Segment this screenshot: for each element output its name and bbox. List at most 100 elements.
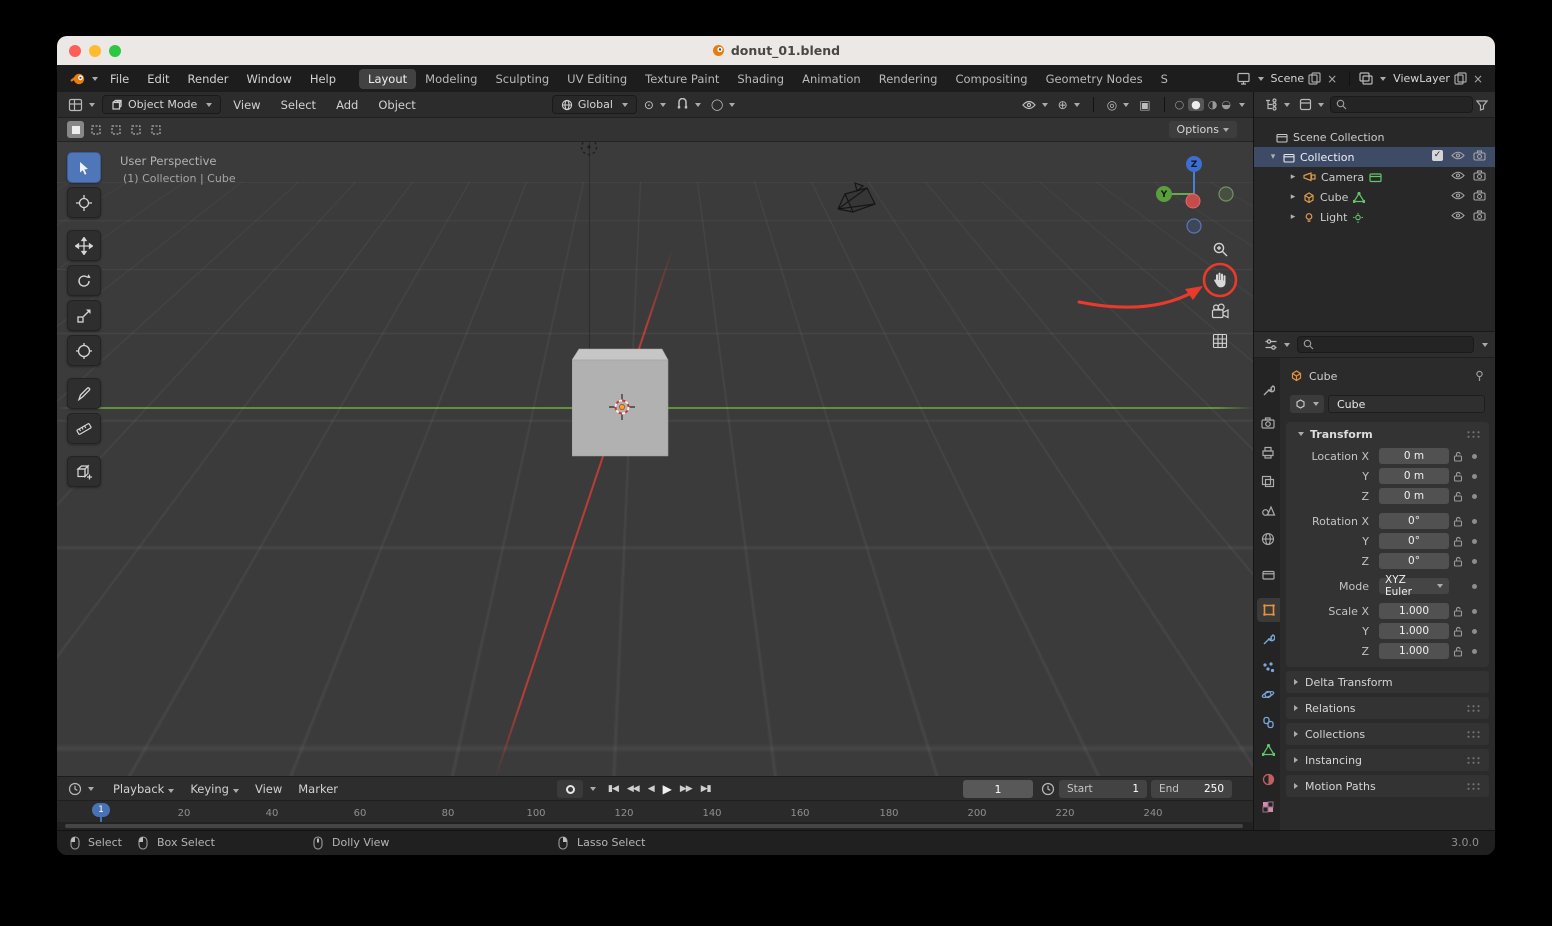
object-name-field[interactable]: Cube xyxy=(1328,395,1485,413)
rotation-y-lock-icon[interactable] xyxy=(1453,536,1463,547)
outliner-row-camera[interactable]: ▸ Camera xyxy=(1254,167,1495,187)
collection-render-camera-icon[interactable] xyxy=(1473,150,1486,161)
timeline-scrollbar[interactable] xyxy=(65,824,1243,828)
timeline-editor-selector[interactable] xyxy=(65,781,97,797)
timeline-menu-view[interactable]: View xyxy=(247,780,290,798)
frame-start-field[interactable]: Start 1 xyxy=(1059,780,1147,798)
tab-render[interactable] xyxy=(1256,411,1280,435)
workspace-tab-animation[interactable]: Animation xyxy=(793,69,870,89)
transform-panel-header[interactable]: Transform xyxy=(1286,422,1489,446)
menu-file[interactable]: File xyxy=(101,69,138,89)
scale-x-field[interactable]: 1.000 xyxy=(1379,603,1449,619)
rotation-z-lock-icon[interactable] xyxy=(1453,556,1463,567)
scale-y-field[interactable]: 1.000 xyxy=(1379,623,1449,639)
select-mode-extend-button[interactable] xyxy=(87,121,104,138)
shading-wireframe-button[interactable]: ○ xyxy=(1175,98,1185,111)
workspace-tab-compositing[interactable]: Compositing xyxy=(946,69,1036,89)
cube-hide-eye-icon[interactable] xyxy=(1451,190,1465,201)
menu-edit[interactable]: Edit xyxy=(138,69,178,89)
timeline-menu-playback[interactable]: Playback xyxy=(105,780,182,798)
timeline-menu-marker[interactable]: Marker xyxy=(290,780,346,798)
select-mode-new-button[interactable] xyxy=(67,121,84,138)
tab-object[interactable] xyxy=(1257,598,1280,622)
transform-grip-handle[interactable] xyxy=(1466,429,1481,439)
viewport-menu-add[interactable]: Add xyxy=(328,96,366,114)
outliner-row-collection[interactable]: ▾ Collection ✓ xyxy=(1254,147,1495,167)
viewport-3d[interactable]: User Perspective (1) Collection | Cube Z… xyxy=(57,142,1253,776)
tool-move[interactable] xyxy=(67,230,101,261)
keying-set-caret[interactable] xyxy=(590,787,596,791)
transform-orientation-dropdown[interactable]: Global xyxy=(551,95,637,114)
workspace-tab-rendering[interactable]: Rendering xyxy=(870,69,947,89)
properties-search-input[interactable] xyxy=(1297,336,1474,353)
light-render-icon[interactable] xyxy=(1473,210,1486,221)
proportional-editing-dropdown[interactable]: ◯ xyxy=(708,97,738,112)
light-hide-eye-icon[interactable] xyxy=(1451,210,1465,221)
tab-output[interactable] xyxy=(1256,440,1280,464)
timeline-menu-keying[interactable]: Keying xyxy=(182,780,247,798)
snap-toggle[interactable] xyxy=(673,97,704,112)
workspace-tab-layout[interactable]: Layout xyxy=(359,68,417,89)
viewport-menu-select[interactable]: Select xyxy=(273,96,324,114)
panel-delta-transform[interactable]: Delta Transform xyxy=(1286,671,1489,693)
outliner-row-scene-collection[interactable]: Scene Collection xyxy=(1254,127,1495,147)
options-dropdown[interactable]: Options xyxy=(1168,121,1237,138)
play-reverse-button[interactable]: ◀ xyxy=(645,782,657,796)
zoom-view-button[interactable] xyxy=(1207,236,1233,262)
camera-view-button[interactable] xyxy=(1207,298,1233,324)
gizmos-dropdown[interactable]: ⊕ xyxy=(1055,97,1083,113)
unlink-scene-button[interactable]: × xyxy=(1321,72,1343,86)
navigation-gizmo[interactable]: Z Y xyxy=(1154,150,1234,242)
tab-scene[interactable] xyxy=(1256,498,1280,522)
workspace-tab-texture-paint[interactable]: Texture Paint xyxy=(636,69,728,89)
select-mode-intersect-button[interactable] xyxy=(147,121,164,138)
outliner-editor-selector[interactable] xyxy=(1261,97,1293,112)
view-layer-name[interactable]: ViewLayer xyxy=(1393,72,1450,85)
tool-measure[interactable] xyxy=(67,413,101,444)
outliner-display-mode[interactable] xyxy=(1296,97,1327,112)
tab-constraints[interactable] xyxy=(1256,710,1280,734)
camera-hide-eye-icon[interactable] xyxy=(1451,170,1465,181)
outliner-row-cube[interactable]: ▸ Cube xyxy=(1254,187,1495,207)
xray-toggle[interactable]: ▣ xyxy=(1136,97,1153,113)
tool-annotate[interactable] xyxy=(67,378,101,409)
auto-keying-record-button[interactable] xyxy=(557,780,583,798)
collection-exclude-checkbox[interactable]: ✓ xyxy=(1432,150,1443,161)
use-preview-range-icon[interactable] xyxy=(1041,782,1055,796)
object-visibility-dropdown[interactable] xyxy=(1019,99,1051,111)
breadcrumb-object-name[interactable]: Cube xyxy=(1309,370,1337,383)
toggle-orthographic-button[interactable] xyxy=(1207,328,1233,354)
location-x-lock-icon[interactable] xyxy=(1453,451,1463,462)
cube-render-icon[interactable] xyxy=(1473,190,1486,201)
rotation-mode-animate-dot[interactable] xyxy=(1471,583,1477,589)
shading-solid-button[interactable]: ● xyxy=(1188,98,1204,111)
rotation-x-field[interactable]: 0° xyxy=(1379,513,1449,529)
gizmo-axis-neg-y[interactable] xyxy=(1218,186,1234,202)
gizmo-axis-x[interactable] xyxy=(1185,193,1201,209)
rotation-z-field[interactable]: 0° xyxy=(1379,553,1449,569)
tab-object-data[interactable] xyxy=(1256,738,1280,762)
scale-x-animate-dot[interactable] xyxy=(1471,608,1477,614)
tool-transform[interactable] xyxy=(67,335,101,366)
cube-expand-icon[interactable]: ▸ xyxy=(1288,192,1298,202)
scene-name[interactable]: Scene xyxy=(1271,72,1305,85)
rotation-mode-dropdown[interactable]: XYZ Euler xyxy=(1379,574,1449,598)
relations-grip-handle[interactable] xyxy=(1466,703,1481,713)
tool-select-box[interactable] xyxy=(67,152,101,183)
panel-motion-paths[interactable]: Motion Paths xyxy=(1286,775,1489,797)
outliner-row-light[interactable]: ▸ Light xyxy=(1254,207,1495,227)
tab-collection[interactable] xyxy=(1256,562,1280,586)
tab-material[interactable] xyxy=(1256,767,1280,791)
outliner-search-input[interactable] xyxy=(1330,96,1473,113)
next-keyframe-button[interactable]: ▶▶ xyxy=(677,782,695,796)
instancing-grip-handle[interactable] xyxy=(1466,755,1481,765)
select-mode-invert-button[interactable] xyxy=(127,121,144,138)
light-object[interactable] xyxy=(578,142,600,158)
viewport-menu-object[interactable]: Object xyxy=(370,96,423,114)
location-x-animate-dot[interactable] xyxy=(1471,453,1477,459)
scale-z-field[interactable]: 1.000 xyxy=(1379,643,1449,659)
tab-world[interactable] xyxy=(1256,527,1280,551)
jump-to-end-button[interactable]: ▶▮ xyxy=(698,782,714,796)
tab-physics[interactable] xyxy=(1256,682,1280,706)
location-x-field[interactable]: 0 m xyxy=(1379,448,1449,464)
